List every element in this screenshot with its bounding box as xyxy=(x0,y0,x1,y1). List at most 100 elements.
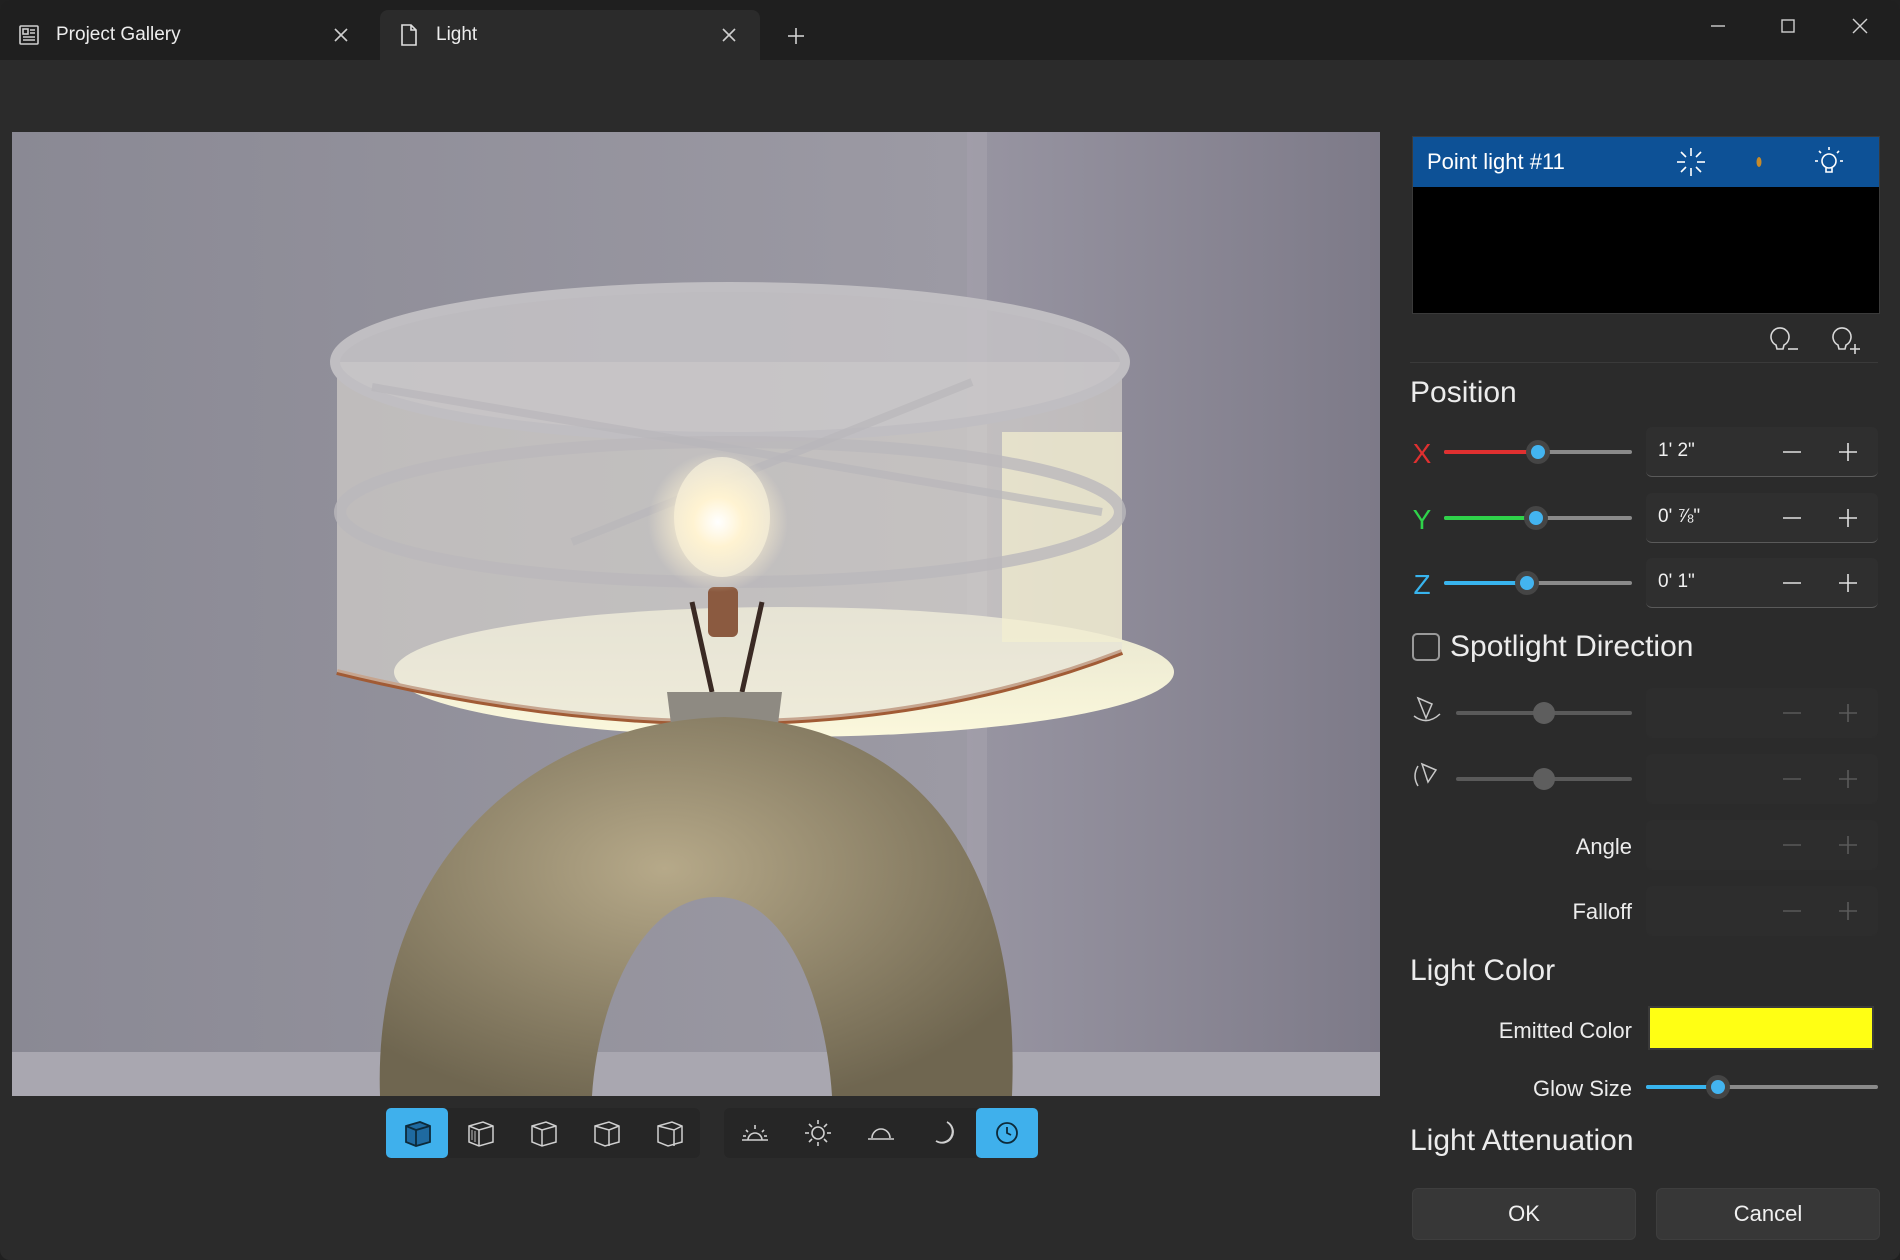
spotlight-label: Spotlight Direction xyxy=(1450,630,1694,663)
sunrise-button[interactable] xyxy=(724,1108,786,1158)
tilt-decrement-button[interactable] xyxy=(1770,693,1814,733)
back-view-button[interactable] xyxy=(638,1108,700,1158)
angle-label: Angle xyxy=(1575,834,1632,859)
tilt-value-field[interactable] xyxy=(1646,688,1878,738)
clock-button[interactable] xyxy=(976,1108,1038,1158)
y-value-field[interactable]: 0' ⅞" xyxy=(1646,493,1878,543)
front-view-icon xyxy=(468,1121,494,1147)
x-increment-button[interactable] xyxy=(1826,432,1870,472)
y-axis-label: Y xyxy=(1412,504,1432,535)
emitted-color-swatch[interactable] xyxy=(1648,1006,1874,1050)
close-tab-icon[interactable] xyxy=(328,22,354,48)
add-light-button[interactable] xyxy=(1822,318,1868,358)
right-view-button[interactable] xyxy=(575,1108,637,1158)
slider-thumb[interactable] xyxy=(1532,701,1556,725)
horizon-icon xyxy=(868,1128,894,1140)
rotate-decrement-button[interactable] xyxy=(1770,759,1814,799)
close-tab-icon[interactable] xyxy=(716,22,742,48)
close-icon xyxy=(1852,18,1868,34)
z-slider[interactable] xyxy=(1444,568,1632,598)
slider-thumb[interactable] xyxy=(1526,440,1550,464)
remove-light-icon xyxy=(1770,327,1798,350)
x-value-field[interactable]: 1' 2" xyxy=(1646,427,1878,477)
perspective-view-icon xyxy=(405,1121,431,1147)
y-increment-button[interactable] xyxy=(1826,498,1870,538)
tilt-increment-button[interactable] xyxy=(1826,693,1870,733)
z-value-field[interactable]: 0' 1" xyxy=(1646,558,1878,608)
light-color-title: Light Color xyxy=(1410,954,1556,987)
title-bar: Project Gallery Light xyxy=(0,0,1900,60)
moon-button[interactable] xyxy=(913,1108,975,1158)
position-title: Position xyxy=(1410,376,1517,409)
sunrise-icon xyxy=(742,1125,768,1141)
close-window-button[interactable] xyxy=(1830,6,1890,46)
front-view-button[interactable] xyxy=(449,1108,511,1158)
slider-thumb[interactable] xyxy=(1532,767,1556,791)
minimize-icon xyxy=(1711,25,1725,27)
angle-decrement-button[interactable] xyxy=(1770,825,1814,865)
left-view-button[interactable] xyxy=(512,1108,574,1158)
z-increment-button[interactable] xyxy=(1826,563,1870,603)
light-list-item-selected[interactable]: Point light #11 xyxy=(1413,137,1879,187)
sun-button[interactable] xyxy=(787,1108,849,1158)
x-decrement-button[interactable] xyxy=(1770,432,1814,472)
maximize-icon xyxy=(1781,19,1795,33)
z-decrement-button[interactable] xyxy=(1770,563,1814,603)
tab-label: Project Gallery xyxy=(56,24,181,45)
gallery-icon xyxy=(16,22,42,48)
tab-light[interactable]: Light xyxy=(380,10,760,60)
left-view-icon xyxy=(531,1121,557,1147)
remove-light-button[interactable] xyxy=(1760,318,1806,358)
new-tab-button[interactable] xyxy=(780,20,812,52)
glow-size-label: Glow Size xyxy=(1532,1076,1632,1101)
rotate-increment-button[interactable] xyxy=(1826,759,1870,799)
y-value: 0' ⅞" xyxy=(1658,506,1701,527)
slider-thumb[interactable] xyxy=(1514,571,1539,595)
rotate-slider[interactable] xyxy=(1456,764,1632,794)
light-name: Point light #11 xyxy=(1427,149,1565,174)
view-mode-group xyxy=(386,1108,700,1158)
emitted-color-label: Emitted Color xyxy=(1498,1018,1632,1043)
scene-render xyxy=(12,132,1380,1096)
minimize-button[interactable] xyxy=(1688,6,1748,46)
divider xyxy=(1410,362,1878,363)
light-list: Point light #11 xyxy=(1412,136,1880,314)
y-slider[interactable] xyxy=(1444,503,1632,533)
clock-icon xyxy=(996,1122,1018,1144)
glow-size-slider[interactable] xyxy=(1646,1072,1878,1102)
z-value: 0' 1" xyxy=(1658,571,1695,592)
angle-value-field[interactable] xyxy=(1646,820,1878,870)
ok-button[interactable]: OK xyxy=(1412,1188,1636,1240)
x-value: 1' 2" xyxy=(1658,440,1695,461)
moon-icon xyxy=(935,1121,954,1144)
falloff-decrement-button[interactable] xyxy=(1770,891,1814,931)
rotate-icon xyxy=(1410,758,1444,797)
z-axis-label: Z xyxy=(1413,569,1431,600)
falloff-value-field[interactable] xyxy=(1646,886,1878,936)
falloff-increment-button[interactable] xyxy=(1826,891,1870,931)
x-axis-label: X xyxy=(1412,438,1432,469)
view-toolbar xyxy=(386,1108,1038,1158)
horizon-button[interactable] xyxy=(850,1108,912,1158)
rotate-value-field[interactable] xyxy=(1646,754,1878,804)
lighting-mode-group xyxy=(724,1108,1038,1158)
app-window: Project Gallery Light Point light #11 Po… xyxy=(0,0,1900,1260)
cancel-button[interactable]: Cancel xyxy=(1656,1188,1880,1240)
tab-project-gallery[interactable]: Project Gallery xyxy=(0,10,372,60)
spotlight-checkbox[interactable] xyxy=(1412,633,1440,661)
maximize-button[interactable] xyxy=(1758,6,1818,46)
back-view-icon xyxy=(657,1121,683,1147)
sun-icon xyxy=(805,1120,831,1146)
add-light-icon xyxy=(1832,327,1860,354)
flame-icon[interactable] xyxy=(1739,144,1779,180)
angle-increment-button[interactable] xyxy=(1826,825,1870,865)
slider-thumb[interactable] xyxy=(1524,506,1549,530)
perspective-view-button[interactable] xyxy=(386,1108,448,1158)
sun-bulb-icon[interactable] xyxy=(1809,144,1849,180)
slider-thumb[interactable] xyxy=(1705,1075,1730,1099)
3d-viewport[interactable] xyxy=(12,132,1380,1096)
y-decrement-button[interactable] xyxy=(1770,498,1814,538)
x-slider[interactable] xyxy=(1444,437,1632,467)
burst-icon[interactable] xyxy=(1671,144,1711,180)
tilt-slider[interactable] xyxy=(1456,698,1632,728)
